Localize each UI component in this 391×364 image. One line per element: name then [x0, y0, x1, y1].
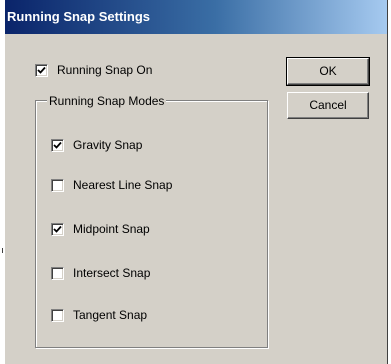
gravity-snap-checkbox[interactable]: Gravity Snap [51, 138, 142, 152]
running-snap-on-checkbox[interactable]: Running Snap On [35, 63, 152, 77]
tangent-snap-label: Tangent Snap [73, 308, 148, 322]
checkmark-icon [53, 225, 62, 233]
checkbox-box[interactable] [51, 222, 64, 236]
midpoint-snap-label: Midpoint Snap [73, 222, 150, 236]
checkbox-box[interactable] [51, 178, 64, 192]
ok-button[interactable]: OK [286, 57, 370, 86]
dialog-title-bar: Running Snap Settings [5, 0, 387, 34]
running-snap-modes-label: Running Snap Modes [47, 94, 167, 108]
cancel-button[interactable]: Cancel [287, 92, 369, 119]
nearest-line-snap-checkbox[interactable]: Nearest Line Snap [51, 178, 172, 192]
checkbox-box[interactable] [35, 63, 48, 77]
edge-mark [2, 248, 3, 253]
tangent-snap-checkbox[interactable]: Tangent Snap [51, 308, 147, 322]
checkmark-icon [53, 141, 62, 149]
running-snap-on-label: Running Snap On [57, 63, 153, 77]
checkbox-box[interactable] [51, 266, 64, 280]
checkmark-icon [37, 66, 46, 74]
running-snap-settings-dialog: Running Snap Settings Running Snap On OK… [4, 0, 388, 364]
intersect-snap-label: Intersect Snap [73, 266, 151, 280]
gravity-snap-label: Gravity Snap [73, 138, 143, 152]
midpoint-snap-checkbox[interactable]: Midpoint Snap [51, 222, 150, 236]
intersect-snap-checkbox[interactable]: Intersect Snap [51, 266, 150, 280]
checkbox-box[interactable] [51, 308, 64, 322]
dialog-title: Running Snap Settings [7, 9, 150, 24]
checkbox-box[interactable] [51, 138, 64, 152]
nearest-line-snap-label: Nearest Line Snap [73, 178, 173, 192]
